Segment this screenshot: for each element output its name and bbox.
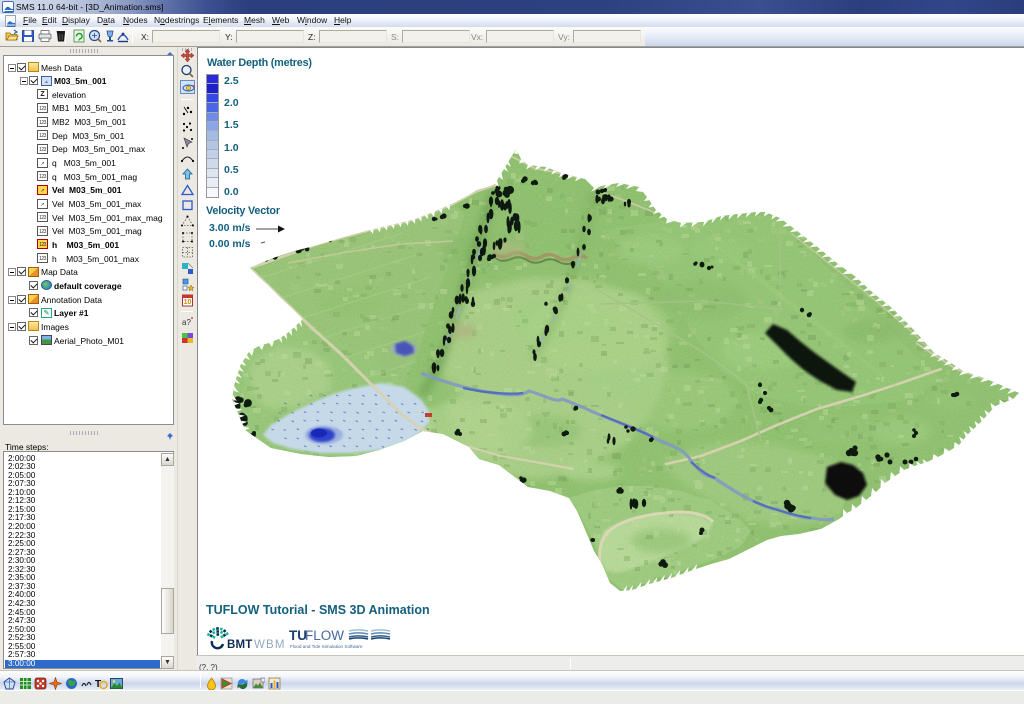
svg-text:FLOW: FLOW	[305, 628, 344, 643]
svg-text:WBM: WBM	[254, 639, 286, 651]
svg-text:a?: a?	[182, 318, 191, 327]
svg-text:BMT: BMT	[227, 639, 253, 651]
svg-text:10: 10	[184, 299, 192, 306]
svg-text:Flood and Tide Simulation Soft: Flood and Tide Simulation Software	[290, 644, 363, 649]
